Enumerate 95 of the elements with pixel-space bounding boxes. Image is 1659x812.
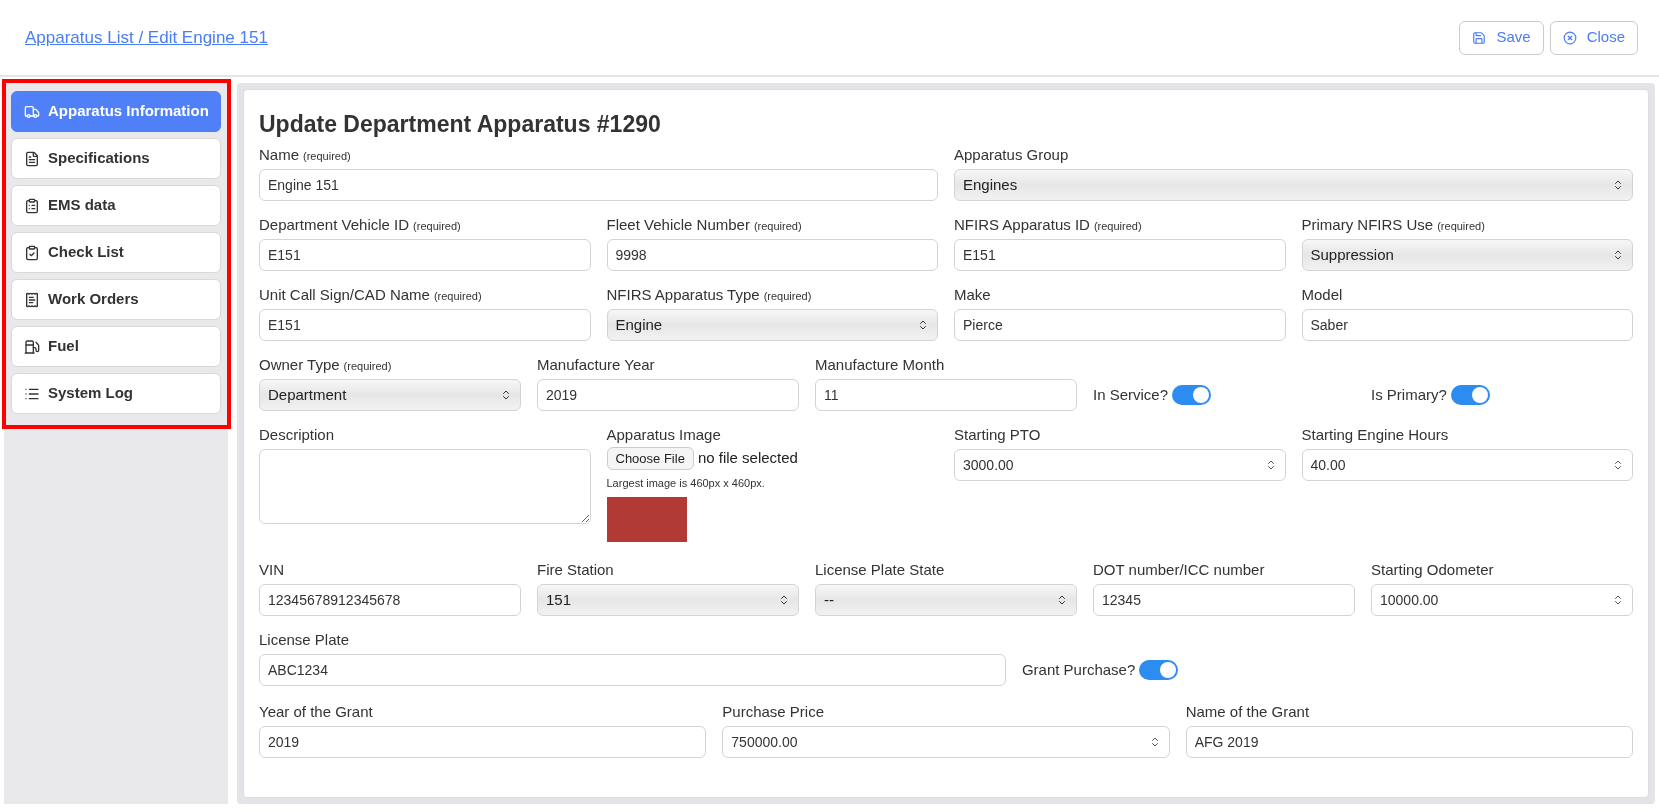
field-label: Starting PTO bbox=[954, 425, 1041, 445]
required-note: (required) bbox=[413, 219, 461, 234]
sidebar-item[interactable]: Fuel bbox=[11, 326, 221, 367]
text-field[interactable]: E151 bbox=[259, 309, 591, 341]
select-field[interactable]: Suppression bbox=[1301, 239, 1633, 271]
number-field[interactable]: 10000.00 bbox=[1371, 584, 1633, 616]
text-field[interactable]: E151 bbox=[259, 239, 591, 271]
chevrons-icon bbox=[500, 388, 512, 402]
toggle-label: Is Primary? bbox=[1371, 384, 1447, 405]
field-label: Name bbox=[259, 145, 299, 165]
required-note: (required) bbox=[433, 289, 482, 304]
form-title: Update Department Apparatus #1290 bbox=[259, 110, 662, 139]
text-field[interactable]: Engine 151 bbox=[259, 169, 938, 201]
text-field[interactable]: AFG 2019 bbox=[1185, 726, 1633, 758]
select-field[interactable]: Engine bbox=[606, 309, 938, 341]
field-label: NFIRS Apparatus ID bbox=[954, 215, 1090, 235]
field-label: Primary NFIRS Use bbox=[1301, 215, 1434, 235]
number-field[interactable]: 3000.00 bbox=[954, 449, 1286, 481]
text-field[interactable]: Pierce bbox=[954, 309, 1286, 341]
text-field[interactable]: E151 bbox=[954, 239, 1286, 271]
chevrons-icon bbox=[1612, 248, 1624, 262]
toggle-switch[interactable] bbox=[1172, 385, 1212, 405]
choose-file-button[interactable]: Choose File bbox=[606, 447, 694, 470]
select-field[interactable]: Engines bbox=[954, 169, 1633, 201]
sidebar-item[interactable]: Check List bbox=[11, 232, 221, 273]
spinner-icon[interactable] bbox=[1612, 593, 1624, 607]
field-label: VIN bbox=[259, 560, 284, 580]
required-note: (required) bbox=[1093, 219, 1142, 234]
chevrons-icon bbox=[1612, 178, 1624, 192]
text-field[interactable]: 9998 bbox=[606, 239, 938, 271]
required-note: (required) bbox=[753, 219, 802, 234]
required-note: (required) bbox=[343, 359, 392, 374]
toggle-switch[interactable] bbox=[1450, 385, 1490, 405]
field-label: Manufacture Month bbox=[815, 355, 945, 375]
sidebar-item[interactable]: Apparatus Information bbox=[11, 91, 221, 132]
spinner-icon[interactable] bbox=[1612, 458, 1624, 472]
field-label: Apparatus Group bbox=[954, 145, 1069, 165]
field-label: Year of the Grant bbox=[259, 702, 373, 722]
receipt-icon bbox=[24, 291, 40, 308]
text-field[interactable]: 2019 bbox=[537, 379, 799, 411]
sidebar-item[interactable]: System Log bbox=[11, 373, 221, 414]
field-label: Model bbox=[1301, 285, 1343, 305]
required-note: (required) bbox=[303, 149, 351, 164]
toggle-label: In Service? bbox=[1093, 384, 1169, 405]
text-field[interactable]: 11 bbox=[815, 379, 1077, 411]
required-note: (required) bbox=[763, 289, 812, 304]
field-label: Make bbox=[954, 285, 991, 305]
text-field[interactable]: 12345 bbox=[1093, 584, 1355, 616]
field-label: License Plate State bbox=[815, 560, 945, 580]
text-field[interactable]: 12345678912345678 bbox=[259, 584, 521, 616]
field-label: Apparatus Image bbox=[606, 425, 721, 445]
fuel-pump-icon bbox=[24, 338, 40, 355]
field-label: Description bbox=[259, 425, 335, 445]
number-field[interactable]: 750000.00 bbox=[722, 726, 1170, 758]
sidebar-item[interactable]: EMS data bbox=[11, 185, 221, 226]
select-field[interactable]: Department bbox=[259, 379, 521, 411]
select-field[interactable]: 151 bbox=[537, 584, 799, 616]
close-icon bbox=[1562, 30, 1577, 45]
field-label: Owner Type bbox=[259, 355, 340, 375]
sidebar-item[interactable]: Specifications bbox=[11, 138, 221, 179]
file-status: no file selected bbox=[697, 448, 798, 469]
field-label: Department Vehicle ID bbox=[259, 215, 410, 235]
field-label: Manufacture Year bbox=[537, 355, 655, 375]
toggle-label: Grant Purchase? bbox=[1021, 659, 1136, 680]
field-label: Fire Station bbox=[537, 560, 614, 580]
document-icon bbox=[24, 150, 40, 167]
breadcrumb-link[interactable]: Apparatus List / Edit Engine 151 bbox=[25, 24, 268, 51]
text-field[interactable]: ABC1234 bbox=[259, 654, 1006, 686]
truck-icon bbox=[24, 103, 40, 120]
description-field[interactable] bbox=[259, 449, 591, 524]
field-label: DOT number/ICC number bbox=[1093, 560, 1265, 580]
select-field[interactable]: -- bbox=[815, 584, 1077, 616]
clipboard-icon bbox=[24, 197, 40, 214]
image-hint: Largest image is 460px x 460px. bbox=[606, 476, 766, 491]
number-field[interactable]: 40.00 bbox=[1301, 449, 1633, 481]
chevrons-icon bbox=[778, 593, 790, 607]
field-label: Starting Odometer bbox=[1371, 560, 1494, 580]
field-label: Fleet Vehicle Number bbox=[606, 215, 750, 235]
close-button[interactable]: Close bbox=[1549, 20, 1638, 55]
required-note: (required) bbox=[1437, 219, 1485, 234]
field-label: Unit Call Sign/CAD Name bbox=[259, 285, 430, 305]
save-button[interactable]: Save bbox=[1459, 20, 1544, 55]
field-label: NFIRS Apparatus Type bbox=[606, 285, 760, 305]
toggle-switch[interactable] bbox=[1139, 660, 1179, 680]
chevrons-icon bbox=[917, 318, 929, 332]
text-field[interactable]: Saber bbox=[1301, 309, 1633, 341]
sidebar-item[interactable]: Work Orders bbox=[11, 279, 221, 320]
field-label: Name of the Grant bbox=[1185, 702, 1310, 722]
text-field[interactable]: 2019 bbox=[259, 726, 707, 758]
field-label: Purchase Price bbox=[722, 702, 825, 722]
chevrons-icon bbox=[1056, 593, 1068, 607]
field-label: Starting Engine Hours bbox=[1301, 425, 1449, 445]
save-icon bbox=[1472, 30, 1487, 45]
field-label: License Plate bbox=[259, 630, 350, 650]
clipboard-check-icon bbox=[24, 244, 40, 261]
